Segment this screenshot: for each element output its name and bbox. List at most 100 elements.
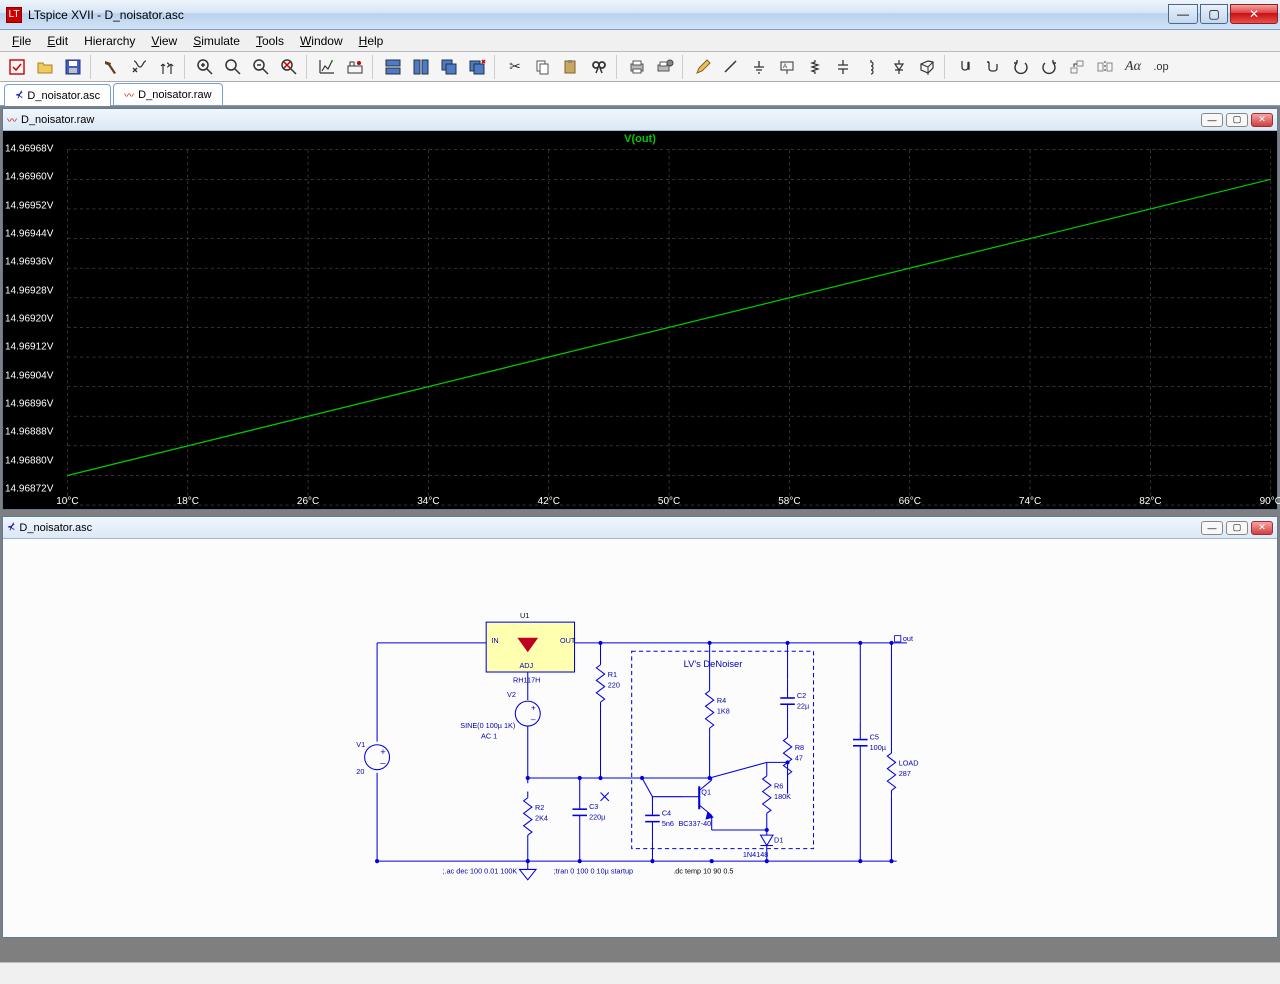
svg-text:SINE(0 100µ 1K): SINE(0 100µ 1K) <box>460 721 515 730</box>
menu-file[interactable]: File <box>4 32 39 50</box>
autorange-icon[interactable] <box>314 54 340 80</box>
svg-text:180K: 180K <box>774 792 791 801</box>
y-axis-label: 14.96952V <box>5 200 53 211</box>
find-icon[interactable] <box>586 54 612 80</box>
svg-text:ADJ: ADJ <box>519 661 533 670</box>
print-setup-icon[interactable] <box>652 54 678 80</box>
plot-area[interactable]: V(out) 14.96968V14.96960V14.96952V14.969… <box>3 131 1277 509</box>
svg-text:RH117H: RH117H <box>513 675 540 684</box>
mirror-icon[interactable] <box>1092 54 1118 80</box>
schematic-title: D_noisator.asc <box>19 522 92 534</box>
drag-icon[interactable] <box>980 54 1006 80</box>
redo-icon[interactable] <box>1036 54 1062 80</box>
svg-text:100µ: 100µ <box>870 743 887 752</box>
sub-minimize-button[interactable]: — <box>1201 113 1223 127</box>
waveform-icon: 〰 <box>7 112 17 127</box>
svg-text:.dc temp 10 90 0.5: .dc temp 10 90 0.5 <box>673 867 733 876</box>
y-axis-label: 14.96912V <box>5 342 53 353</box>
menu-edit[interactable]: Edit <box>39 32 76 50</box>
svg-text:287: 287 <box>899 769 911 778</box>
minimize-button[interactable]: — <box>1168 4 1198 24</box>
inductor-icon[interactable] <box>858 54 884 80</box>
svg-text:+: + <box>531 702 536 712</box>
workspace: 〰 D_noisator.raw — ▢ ✕ V(out) 14.96968V1… <box>0 106 1280 962</box>
diode-icon[interactable] <box>886 54 912 80</box>
y-axis-label: 14.96944V <box>5 228 53 239</box>
y-axis-label: 14.96872V <box>5 484 53 495</box>
svg-text:A: A <box>783 64 787 70</box>
tab-waveform[interactable]: 〰 D_noisator.raw <box>113 83 222 105</box>
menu-window[interactable]: Window <box>292 32 351 50</box>
ground-icon[interactable] <box>746 54 772 80</box>
zoom-out-icon[interactable] <box>248 54 274 80</box>
run-icon[interactable] <box>126 54 152 80</box>
sub-maximize-button[interactable]: ▢ <box>1226 113 1248 127</box>
svg-text:C4: C4 <box>662 808 671 817</box>
svg-text:+: + <box>380 747 385 757</box>
svg-text:LOAD: LOAD <box>899 759 919 768</box>
schematic-tab-icon: ⊀ <box>15 90 23 101</box>
menu-help[interactable]: Help <box>351 32 392 50</box>
wire-icon[interactable] <box>718 54 744 80</box>
close-all-icon[interactable] <box>464 54 490 80</box>
pencil-icon[interactable] <box>690 54 716 80</box>
svg-text:R6: R6 <box>774 781 783 790</box>
x-axis-label: 18°C <box>177 496 199 507</box>
sub-close-button[interactable]: ✕ <box>1251 521 1273 535</box>
new-schematic-icon[interactable] <box>4 54 30 80</box>
copy-icon[interactable] <box>530 54 556 80</box>
y-axis-label: 14.96936V <box>5 257 53 268</box>
label-icon[interactable]: A <box>774 54 800 80</box>
x-axis-label: 74°C <box>1019 496 1041 507</box>
plot-titlebar[interactable]: 〰 D_noisator.raw — ▢ ✕ <box>3 109 1277 131</box>
x-axis-label: 66°C <box>899 496 921 507</box>
text-icon[interactable]: Aα <box>1120 54 1146 80</box>
hammer-icon[interactable] <box>98 54 124 80</box>
schematic-canvas[interactable]: +–V120INOUTADJU1RH117Hout+–V2SINE(0 100µ… <box>3 539 1277 937</box>
svg-text:LV's DeNoiser: LV's DeNoiser <box>684 659 743 669</box>
sub-maximize-button[interactable]: ▢ <box>1226 521 1248 535</box>
resistor-icon[interactable] <box>802 54 828 80</box>
open-icon[interactable] <box>32 54 58 80</box>
undo-icon[interactable] <box>1008 54 1034 80</box>
print-icon[interactable] <box>624 54 650 80</box>
tab-label: D_noisator.asc <box>27 90 100 102</box>
settings-icon[interactable] <box>342 54 368 80</box>
y-axis-label: 14.96904V <box>5 370 53 381</box>
waveform-tab-icon: 〰 <box>124 87 134 102</box>
component-icon[interactable] <box>914 54 940 80</box>
capacitor-icon[interactable] <box>830 54 856 80</box>
x-axis-label: 42°C <box>538 496 560 507</box>
svg-text:;tran 0 100 0 10µ startup: ;tran 0 100 0 10µ startup <box>554 867 633 876</box>
maximize-button[interactable]: ▢ <box>1200 4 1228 24</box>
tile-vert-icon[interactable] <box>408 54 434 80</box>
pan-icon[interactable] <box>220 54 246 80</box>
menu-simulate[interactable]: Simulate <box>185 32 248 50</box>
move-icon[interactable] <box>952 54 978 80</box>
schematic-titlebar[interactable]: ⊀ D_noisator.asc — ▢ ✕ <box>3 517 1277 539</box>
svg-text:C3: C3 <box>589 802 598 811</box>
cut-icon[interactable]: ✂ <box>502 54 528 80</box>
y-axis-label: 14.96928V <box>5 285 53 296</box>
paste-icon[interactable] <box>558 54 584 80</box>
save-icon[interactable] <box>60 54 86 80</box>
tile-horiz-icon[interactable] <box>380 54 406 80</box>
rotate-icon[interactable] <box>1064 54 1090 80</box>
svg-text:220: 220 <box>608 681 620 690</box>
svg-text:Q1: Q1 <box>701 788 711 797</box>
tab-schematic[interactable]: ⊀ D_noisator.asc <box>4 84 111 106</box>
cascade-icon[interactable] <box>436 54 462 80</box>
svg-text:2K4: 2K4 <box>535 814 548 823</box>
spice-directive-icon[interactable]: .op <box>1148 54 1174 80</box>
y-axis-label: 14.96920V <box>5 314 53 325</box>
menu-hierarchy[interactable]: Hierarchy <box>76 32 143 50</box>
sub-minimize-button[interactable]: — <box>1201 521 1223 535</box>
zoom-fit-icon[interactable] <box>276 54 302 80</box>
menu-view[interactable]: View <box>143 32 185 50</box>
menu-tools[interactable]: Tools <box>248 32 292 50</box>
x-axis-label: 90°C <box>1260 496 1280 507</box>
halt-icon[interactable] <box>154 54 180 80</box>
sub-close-button[interactable]: ✕ <box>1251 113 1273 127</box>
zoom-in-icon[interactable] <box>192 54 218 80</box>
close-button[interactable]: ✕ <box>1230 4 1278 24</box>
